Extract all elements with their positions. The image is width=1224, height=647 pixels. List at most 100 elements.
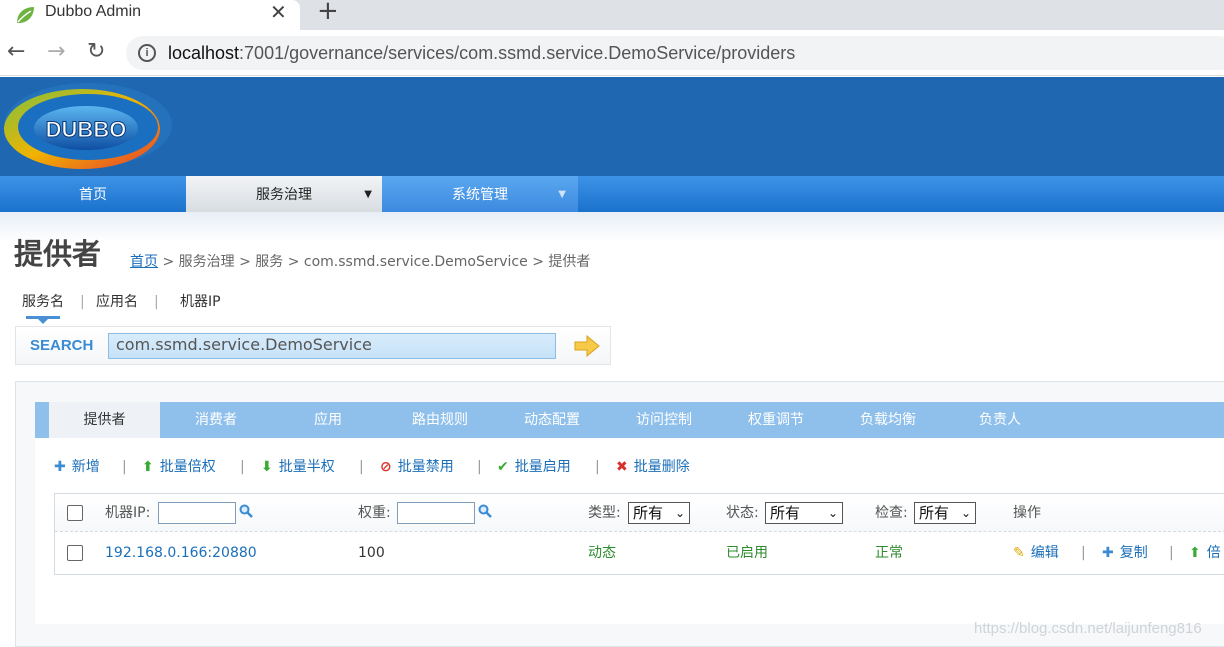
- tab-access[interactable]: 访问控制: [608, 402, 720, 438]
- batch-half-label: 批量半权: [278, 459, 335, 475]
- tab-loadbalance[interactable]: 负载均衡: [832, 402, 944, 438]
- nav-home-label: 首页: [79, 187, 107, 203]
- row-check: 正常: [875, 545, 903, 561]
- row-status: 已启用: [726, 545, 768, 561]
- search-tab-notch: [38, 319, 48, 324]
- ip-filter-input[interactable]: [158, 502, 236, 524]
- nav-service-governance[interactable]: 服务治理 ▼: [186, 176, 382, 212]
- header-weight: 权重:: [358, 505, 391, 521]
- row-edit-button[interactable]: ✎ 编辑: [1013, 543, 1059, 563]
- watermark: https://blog.csdn.net/laijunfeng816: [974, 620, 1202, 637]
- browser-tab[interactable]: Dubbo Admin ✕: [0, 0, 300, 30]
- forward-arrow-icon[interactable]: →: [47, 40, 65, 64]
- separator: |: [240, 459, 245, 475]
- add-button[interactable]: ✚ 新增: [54, 457, 100, 477]
- search-input[interactable]: com.ssmd.service.DemoService: [108, 333, 556, 359]
- type-filter-value: 所有: [633, 504, 664, 522]
- url-field[interactable]: i localhost:7001/governance/services/com…: [126, 36, 1224, 70]
- separator: |: [1169, 545, 1174, 561]
- batch-half-weight-button[interactable]: ⬇ 批量半权: [261, 457, 335, 477]
- dubbo-logo[interactable]: DUBBO: [0, 81, 175, 173]
- check-filter-select[interactable]: 所有 ⌄: [914, 502, 976, 524]
- tab-title: Dubbo Admin: [45, 3, 142, 20]
- batch-enable-button[interactable]: ✔ 批量启用: [497, 457, 571, 477]
- header-ip: 机器IP:: [105, 505, 151, 521]
- weight-filter-input[interactable]: [397, 502, 475, 524]
- pencil-icon: ✎: [1013, 545, 1025, 561]
- row-weight: 100: [358, 545, 385, 561]
- arrow-right-icon[interactable]: [574, 335, 600, 357]
- row-copy-button[interactable]: ✚ 复制: [1102, 543, 1148, 563]
- browser-tab-bar: Dubbo Admin ✕ +: [0, 0, 1224, 30]
- logo-text: DUBBO: [46, 117, 127, 142]
- page-title: 提供者: [14, 237, 102, 271]
- arrow-up-icon: ⬆: [1189, 545, 1201, 561]
- x-icon: ✖: [616, 459, 628, 475]
- sub-tabs: 提供者 消费者 应用 路由规则 动态配置 访问控制 权重调节 负载均衡 负责人: [35, 402, 1224, 438]
- row-double-button[interactable]: ⬆ 倍: [1189, 543, 1221, 563]
- search-icon[interactable]: [478, 504, 492, 518]
- status-filter-select[interactable]: 所有 ⌄: [765, 502, 843, 524]
- reload-icon[interactable]: ↻: [87, 40, 105, 64]
- caret-down-icon: ▼: [558, 189, 566, 200]
- providers-table: 机器IP: 权重: 类型: 所有 ⌄ 状态: 所有 ⌄ 检查: 所有 ⌄ 操作 192…: [54, 493, 1224, 575]
- tab-weights[interactable]: 权重调节: [720, 402, 832, 438]
- new-tab-icon[interactable]: +: [317, 0, 339, 25]
- select-all-checkbox[interactable]: [67, 505, 83, 521]
- breadcrumb-home-link[interactable]: 首页: [130, 254, 158, 270]
- header-check: 检查:: [875, 505, 908, 521]
- search-tab-machine-ip[interactable]: 机器IP: [180, 292, 221, 312]
- spring-leaf-icon: [17, 7, 34, 23]
- caret-down-icon: ▼: [364, 189, 372, 200]
- row-checkbox[interactable]: [67, 545, 83, 561]
- search-tab-service-name[interactable]: 服务名: [22, 292, 64, 312]
- chevron-down-icon: ⌄: [960, 506, 971, 520]
- row-double-label: 倍: [1206, 545, 1221, 561]
- separator: |: [1081, 545, 1086, 561]
- nav-system-management[interactable]: 系统管理 ▼: [382, 176, 578, 212]
- check-icon: ✔: [497, 459, 509, 475]
- chevron-down-icon: ⌄: [674, 506, 685, 520]
- info-icon[interactable]: i: [138, 44, 156, 62]
- url-path: :7001/governance/services/com.ssmd.servi…: [239, 43, 796, 63]
- search-box: SEARCH com.ssmd.service.DemoService: [15, 326, 611, 365]
- table-header-row: 机器IP: 权重: 类型: 所有 ⌄ 状态: 所有 ⌄ 检查: 所有 ⌄ 操作: [55, 494, 1224, 532]
- row-edit-label: 编辑: [1030, 545, 1059, 561]
- type-filter-select[interactable]: 所有 ⌄: [628, 502, 690, 524]
- separator: |: [359, 459, 364, 475]
- back-arrow-icon[interactable]: ←: [7, 40, 25, 64]
- tab-owners[interactable]: 负责人: [944, 402, 1056, 438]
- search-icon[interactable]: [239, 504, 253, 518]
- batch-delete-button[interactable]: ✖ 批量删除: [616, 457, 690, 477]
- check-filter-value: 所有: [919, 504, 950, 522]
- add-label: 新增: [71, 459, 100, 475]
- tab-providers[interactable]: 提供者: [49, 402, 160, 438]
- search-tab-app-name[interactable]: 应用名: [96, 292, 138, 312]
- tab-overrides[interactable]: 动态配置: [496, 402, 608, 438]
- breadcrumb: 首页 > 服务治理 > 服务 > com.ssmd.service.DemoSe…: [130, 252, 590, 272]
- header-operations: 操作: [1013, 505, 1041, 521]
- url-host: localhost: [168, 43, 240, 63]
- separator: |: [154, 294, 159, 310]
- search-label: SEARCH: [30, 337, 94, 354]
- batch-disable-label: 批量禁用: [397, 459, 454, 475]
- arrow-down-icon: ⬇: [261, 459, 273, 475]
- separator: |: [80, 294, 85, 310]
- tab-routes[interactable]: 路由规则: [384, 402, 496, 438]
- batch-disable-button[interactable]: ⊘ 批量禁用: [380, 457, 454, 477]
- main-nav: 首页 服务治理 ▼ 系统管理 ▼: [0, 176, 1224, 212]
- tab-consumers[interactable]: 消费者: [160, 402, 272, 438]
- row-type: 动态: [588, 545, 616, 561]
- separator: |: [122, 459, 127, 475]
- batch-double-weight-button[interactable]: ⬆ 批量倍权: [142, 457, 216, 477]
- nav-home[interactable]: 首页: [0, 176, 186, 212]
- chevron-down-icon: ⌄: [827, 506, 838, 520]
- tab-applications[interactable]: 应用: [272, 402, 384, 438]
- batch-enable-label: 批量启用: [514, 459, 571, 475]
- row-ip-link[interactable]: 192.168.0.166:20880: [105, 543, 257, 563]
- ban-icon: ⊘: [380, 459, 392, 475]
- status-filter-value: 所有: [770, 504, 801, 522]
- close-icon[interactable]: ✕: [270, 0, 287, 24]
- header-status: 状态:: [726, 505, 759, 521]
- header-type: 类型:: [588, 505, 621, 521]
